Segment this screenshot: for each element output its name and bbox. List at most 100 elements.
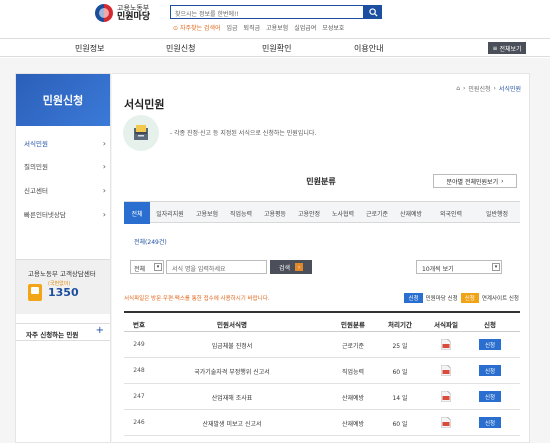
apply-button[interactable]: 신청 [479,391,501,402]
tab-accident-prevention[interactable]: 산재예방 [394,202,428,224]
frequent-apply-label: 자주 신청하는 민원 [26,331,79,339]
search-scope-value: 전체 [134,266,146,273]
col-file: 서식파일 [434,321,458,329]
sidebar-item-question[interactable]: 질의민원 › [24,160,106,172]
row-category: 산재예방 [341,421,365,428]
table-row[interactable]: 247 산업재해 조사표 산재예방 14 일 신청 [124,384,520,410]
nav-item-info[interactable]: 민원정보 [75,43,104,54]
home-icon[interactable]: ⌂ [456,85,460,92]
breadcrumb-current: 서식민원 [498,86,521,93]
chevron-down-icon: ▾ [154,263,162,271]
table-row[interactable]: 246 산재발생 미보고 신고서 산재예방 60 일 신청 [124,410,520,436]
hwp-file-icon[interactable] [441,417,451,428]
row-number: 246 [133,419,145,426]
table-body: 249 임금체불 진정서 근로기준 25 일 신청 248 국가기술자격 부정행위 신고서 직… [124,332,520,436]
frequent-apply-section[interactable]: 자주 신청하는 민원 + [16,323,110,341]
breadcrumb-sep: › [463,85,466,92]
sidebar-item-label: 질의민원 [24,163,48,171]
document-illustration [123,115,159,151]
legend-label-portal: 민원마당 신청 [425,296,458,302]
subfilter-count[interactable]: 전체(249건) [134,237,167,246]
plus-icon[interactable]: + [96,325,104,336]
breadcrumb-item[interactable]: 민원신청 [468,84,490,93]
nav-item-guide[interactable]: 이용안내 [354,43,383,54]
apply-button[interactable]: 신청 [479,365,501,376]
legend-label-linked: 연계사이트 신청 [481,296,519,302]
logo-text: 고용노동부 민원마당 [117,4,150,22]
tab-labor-relations[interactable]: 노사협력 [326,202,360,224]
sidebar-item-counsel[interactable]: 빠른인터넷상담 › [24,208,106,220]
row-category: 직업능력 [341,369,365,376]
breadcrumb: ⌂ › 민원신청 › 서식민원 [456,84,521,93]
main-nav: 민원정보 민원신청 민원확인 이용안내 ≡ 전체보기 [0,38,550,57]
tab-general-admin[interactable]: 일반행정 [474,202,520,224]
chevron-right-icon: › [102,209,106,219]
quick-link[interactable]: 고용보험 [266,23,288,32]
nav-item-apply[interactable]: 민원신청 [166,43,195,54]
row-form-name[interactable]: 국가기술자격 부정행위 신고서 [194,367,270,376]
chevron-right-icon: › [501,177,504,185]
row-form-name[interactable]: 산재발생 미보고 신고서 [202,419,261,428]
search-scope-select[interactable]: 전체 ▾ [130,260,164,274]
site-header: 고용노동부 민원마당 찾으시는 정보를 한번에!! ⊙ 자주찾는 검색어 임금 … [0,0,550,38]
category-tabs: 전체 일자리지원 고용보험 직업능력 고용평등 고용안정 노사협력 근로기준 산… [124,201,520,224]
tab-job-support[interactable]: 일자리지원 [150,202,190,224]
quick-link[interactable]: 퇴직금 [244,23,261,32]
row-number: 248 [133,367,145,374]
logo-line2: 민원마당 [117,12,151,22]
table-header: 번호 민원서식명 민원분류 처리기간 서식파일 신청 [124,311,520,332]
breadcrumb-sep: › [493,85,496,92]
sidebar-title: 민원신청 [16,74,110,126]
tab-foreign-workforce[interactable]: 외국인력 [428,202,474,224]
tab-employment-insurance[interactable]: 고용보험 [190,202,224,224]
chevron-right-icon: › [102,185,106,195]
col-apply: 신청 [484,321,496,329]
tab-vocational[interactable]: 직업능력 [224,202,258,224]
form-file-note: 서식파일은 방문·우편·팩스를 통한 접수에 사용하시기 바랍니다. [124,296,270,302]
quick-link[interactable]: 임금 [227,23,238,32]
apply-button[interactable]: 신청 [479,339,501,350]
row-number: 247 [133,393,145,400]
legend-box-linked: 신청 [460,293,479,303]
site-logo[interactable]: 고용노동부 민원마당 [95,4,150,22]
table-row[interactable]: 248 국가기술자격 부정행위 신고서 직업능력 60 일 신청 [124,358,520,384]
category-all-button[interactable]: 분야별 전체민원보기 › [433,174,517,188]
tab-labor-standards[interactable]: 근로기준 [360,202,394,224]
search-button[interactable] [364,5,382,19]
keyword-input[interactable]: 서식 명을 입력하세요 [166,260,267,274]
tab-stability[interactable]: 고용안정 [292,202,326,224]
chevron-right-icon: › [102,161,106,171]
call-center-box: 고용노동부 고객상담센터 (국번없이) 1350 [16,259,110,314]
table-row[interactable]: 249 임금체불 진정서 근로기준 25 일 신청 [124,332,520,358]
sidebar-item-form[interactable]: 서식민원 › [24,137,106,149]
nav-item-check[interactable]: 민원확인 [262,43,291,54]
all-menu-button[interactable]: ≡ 전체보기 [488,42,526,54]
hwp-file-icon[interactable] [441,339,451,350]
quick-link[interactable]: 실업급여 [294,23,316,32]
row-category: 근로기준 [341,343,365,350]
tab-all[interactable]: 전체 [124,202,150,224]
menu-icon: ≡ [492,44,498,52]
row-form-name[interactable]: 산업재해 조사표 [212,393,253,402]
call-center-number: 1350 [48,286,79,299]
chevron-down-icon: ▾ [492,263,500,271]
page-description: - 각종 진정·신고 등 지정된 서식으로 신청하는 민원입니다. [170,130,317,137]
keyword-search-button[interactable]: 검색 › [270,260,312,274]
emblem-icon [95,4,113,22]
page-size-select[interactable]: 10개씩 보기 ▾ [416,260,502,274]
call-center-title: 고용노동부 고객상담센터 [28,270,96,278]
hwp-file-icon[interactable] [441,391,451,402]
col-period: 처리기간 [388,321,412,329]
all-menu-label: 전체보기 [499,45,522,53]
legend-box-portal: 신청 [404,293,423,303]
apply-button[interactable]: 신청 [479,417,501,428]
row-number: 249 [133,341,145,348]
search-input[interactable]: 찾으시는 정보를 한번에!! [170,5,364,19]
category-all-label: 분야별 전체민원보기 [446,178,499,186]
sidebar-item-report[interactable]: 신고센터 › [24,184,106,196]
tab-equality[interactable]: 고용평등 [258,202,292,224]
col-form-name: 민원서식명 [217,321,247,329]
hwp-file-icon[interactable] [441,365,451,376]
row-form-name[interactable]: 임금체불 진정서 [212,341,253,350]
quick-link[interactable]: 모성보호 [322,23,344,32]
